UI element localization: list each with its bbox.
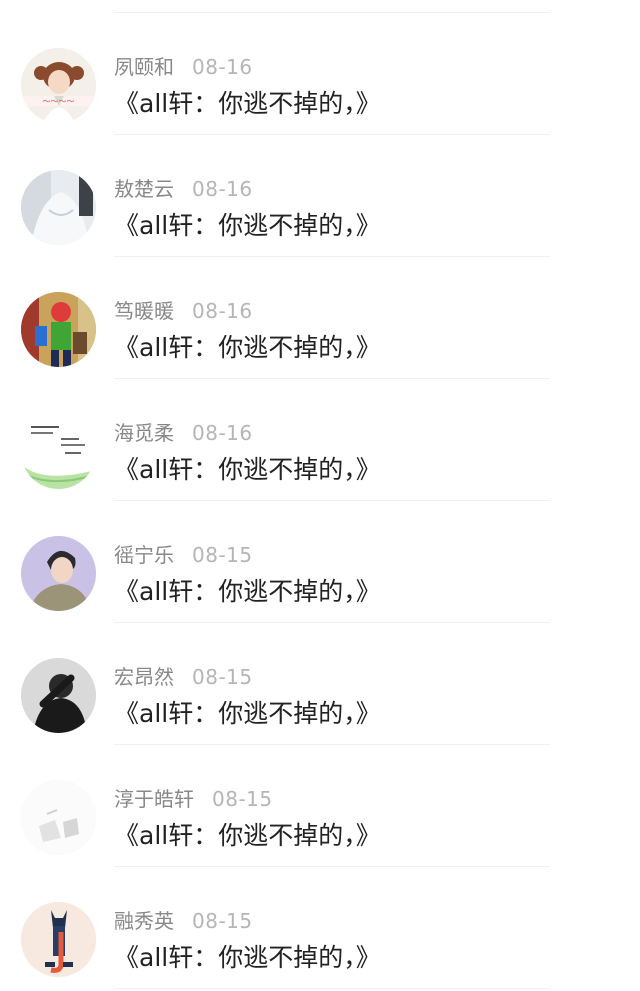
comment-date: 08-16 [192, 177, 253, 201]
comment-date: 08-16 [192, 55, 253, 79]
user-avatar[interactable]: 〜〜〜〜 [21, 48, 96, 123]
comment-item[interactable]: 融秀英 08-15 《all轩：你逃不掉的，》 [0, 866, 640, 988]
comment-text: 《all轩：你逃不掉的，》 [114, 455, 381, 484]
divider [114, 988, 550, 989]
avatar-text-note-icon [21, 414, 96, 489]
comment-meta: 宏昂然 08-15 [114, 664, 253, 690]
username[interactable]: 融秀英 [114, 909, 174, 933]
svg-text:〜〜〜〜: 〜〜〜〜 [43, 97, 75, 106]
comment-date: 08-16 [192, 299, 253, 323]
comment-text: 《all轩：你逃不掉的，》 [114, 89, 381, 118]
comment-date: 08-15 [192, 665, 253, 689]
comment-item[interactable]: 〜〜〜〜 夙颐和 08-16 《all轩：你逃不掉的，》 [0, 12, 640, 134]
comment-date: 08-15 [212, 787, 273, 811]
comment-item[interactable]: 笃暖暖 08-16 《all轩：你逃不掉的，》 [0, 256, 640, 378]
user-avatar[interactable] [21, 780, 96, 855]
comment-meta: 徭宁乐 08-15 [114, 542, 253, 568]
username[interactable]: 夙颐和 [114, 55, 174, 79]
avatar-cartoon-figure-icon [21, 902, 96, 977]
comment-text: 《all轩：你逃不掉的，》 [114, 821, 381, 850]
comment-item[interactable]: 海觅柔 08-16 《all轩：你逃不掉的，》 [0, 378, 640, 500]
user-avatar[interactable] [21, 414, 96, 489]
comment-item[interactable]: 徭宁乐 08-15 《all轩：你逃不掉的，》 [0, 500, 640, 622]
user-avatar[interactable] [21, 658, 96, 733]
comment-meta: 笃暖暖 08-16 [114, 298, 253, 324]
comment-item[interactable]: 淳于皓轩 08-15 《all轩：你逃不掉的，》 [0, 744, 640, 866]
username[interactable]: 敖楚云 [114, 177, 174, 201]
comment-item[interactable]: 宏昂然 08-15 《all轩：你逃不掉的，》 [0, 622, 640, 744]
comment-text: 《all轩：你逃不掉的，》 [114, 333, 381, 362]
comment-text: 《all轩：你逃不掉的，》 [114, 943, 381, 972]
comment-meta: 海觅柔 08-16 [114, 420, 253, 446]
user-avatar[interactable] [21, 902, 96, 977]
avatar-girl-pigtails-icon: 〜〜〜〜 [21, 48, 96, 123]
username[interactable]: 海觅柔 [114, 421, 174, 445]
user-avatar[interactable] [21, 536, 96, 611]
avatar-light-sketch-icon [21, 780, 96, 855]
username[interactable]: 淳于皓轩 [114, 787, 194, 811]
avatar-boy-portrait-icon [21, 536, 96, 611]
comment-text: 《all轩：你逃不掉的，》 [114, 211, 381, 240]
username[interactable]: 宏昂然 [114, 665, 174, 689]
comment-item[interactable]: 敖楚云 08-16 《all轩：你逃不掉的，》 [0, 134, 640, 256]
comment-meta: 淳于皓轩 08-15 [114, 786, 273, 812]
avatar-dark-figure-icon [21, 658, 96, 733]
comment-meta: 融秀英 08-15 [114, 908, 253, 934]
comment-text: 《all轩：你逃不掉的，》 [114, 577, 381, 606]
user-avatar[interactable] [21, 292, 96, 367]
username[interactable]: 徭宁乐 [114, 543, 174, 567]
comment-text: 《all轩：你逃不掉的，》 [114, 699, 381, 728]
comment-meta: 敖楚云 08-16 [114, 176, 253, 202]
username[interactable]: 笃暖暖 [114, 299, 174, 323]
comment-date: 08-16 [192, 421, 253, 445]
avatar-colorful-cartoon-icon [21, 292, 96, 367]
avatar-white-clothes-icon [21, 170, 96, 245]
user-avatar[interactable] [21, 170, 96, 245]
comment-date: 08-15 [192, 543, 253, 567]
comment-meta: 夙颐和 08-16 [114, 54, 253, 80]
comment-date: 08-15 [192, 909, 253, 933]
